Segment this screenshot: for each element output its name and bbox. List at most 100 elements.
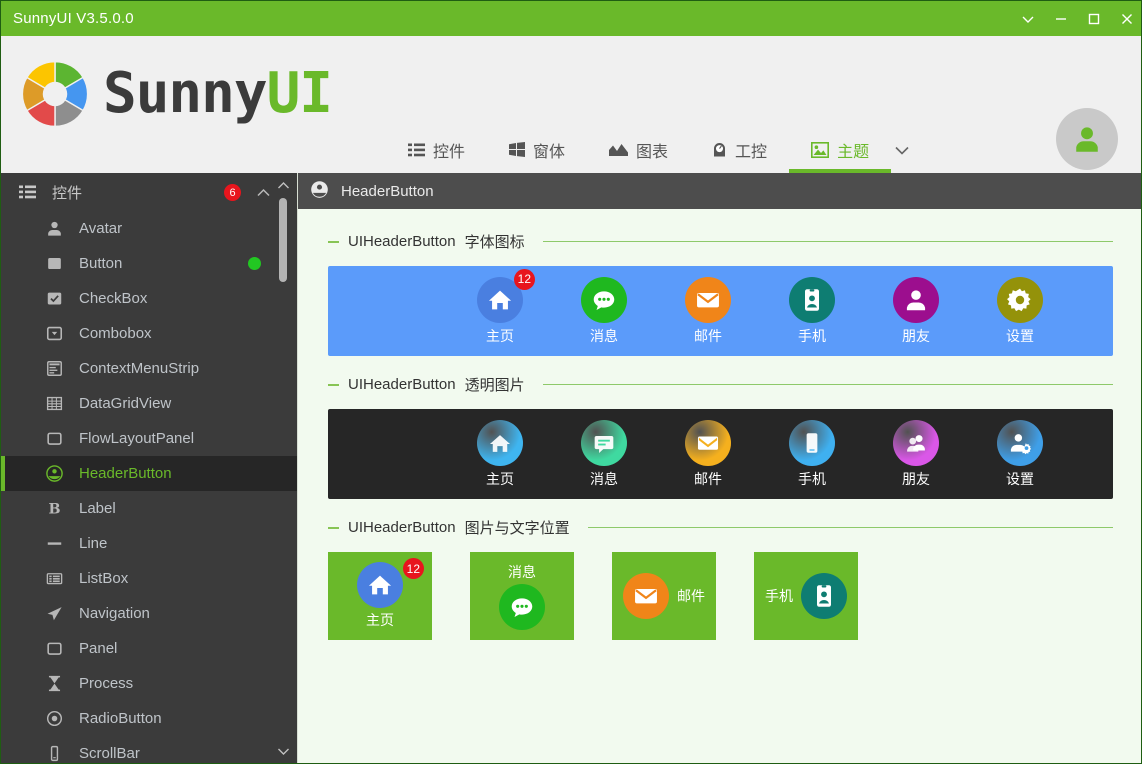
sidebar-item-label: RadioButton [79,710,162,727]
header-button-主页[interactable]: 12 主页 [448,268,552,353]
header-button-设置[interactable]: 设置 [968,412,1072,496]
home-icon: 12 [477,268,535,323]
tab-kongjian[interactable]: 控件 [386,126,487,173]
section-title-suffix: 透明图片 [464,377,525,394]
avatar[interactable] [1056,108,1118,170]
id-card-icon [801,573,847,619]
section-rule [542,384,1113,385]
tab-label: 图表 [636,143,669,161]
header-button-label: 消息 [590,327,618,344]
header-button-消息[interactable]: 消息 [552,269,656,353]
window-collapse-button[interactable] [1011,1,1044,36]
header-button-label: 朋友 [902,327,930,344]
sidebar-scrollbar[interactable] [275,173,291,763]
sidebar-group-badge: 6 [224,184,241,201]
sidebar-item-status-dot [248,257,261,270]
person-icon [37,219,71,238]
section-title: UIHeaderButton 字体图标 [328,231,1113,252]
scroll-down-icon[interactable] [275,743,291,761]
square-outline-icon [37,639,71,658]
envelope-icon [635,589,657,604]
sidebar-item-label: HeaderButton [79,465,172,482]
sidebar-item-checkbox[interactable]: CheckBox [1,281,297,316]
header-button-tile-消息[interactable]: 消息 [470,552,574,640]
sidebar-item-headerbutton[interactable]: HeaderButton [1,456,297,491]
sidebar-item-combobox[interactable]: Combobox [1,316,297,351]
sidebar-item-line[interactable]: Line [1,526,297,561]
listbox-icon [46,573,62,585]
header-button-tile-邮件[interactable]: 邮件 [612,552,716,640]
brand-wordmark: SunnyUI [103,66,333,122]
sidebar-item-navigation[interactable]: Navigation [1,596,297,631]
notification-badge: 12 [402,558,424,579]
user-settings-image-icon [997,419,1043,466]
sidebar-item-avatar[interactable]: Avatar [1,211,297,246]
phone-image-icon [789,419,835,466]
header-button-手机[interactable]: 手机 [760,412,864,496]
sidebar-item-label[interactable]: B Label [1,491,297,526]
sidebar-item-label: Combobox [79,325,152,342]
header-button-tile-label: 手机 [765,588,793,604]
scroll-up-icon[interactable] [275,177,291,195]
header-button-label: 主页 [486,470,514,487]
sidebar-item-scrollbar[interactable]: ScrollBar [1,736,297,763]
user-settings-image-icon [1010,433,1032,454]
header-button-label: 手机 [798,327,826,344]
sidebar-item-flowlayoutpanel[interactable]: FlowLayoutPanel [1,421,297,456]
sidebar-item-label: Process [79,675,134,692]
scrollbar-thumb[interactable] [279,198,287,282]
header-button-label: 设置 [1006,327,1034,344]
header-button-朋友[interactable]: 朋友 [864,412,968,496]
sidebar-group-header[interactable]: 控件 6 [1,173,297,211]
sidebar-item-button[interactable]: Button [1,246,297,281]
maximize-button[interactable] [1077,1,1110,36]
header-button-tile-主页[interactable]: 12 主页 [328,552,432,640]
header-button-tile-手机[interactable]: 手机 [754,552,858,640]
header-button-邮件[interactable]: 邮件 [656,412,760,496]
chevron-up-icon[interactable] [256,185,271,202]
tab-tubiao[interactable]: 图表 [587,126,690,173]
close-button[interactable] [1110,1,1141,36]
sidebar-group-title: 控件 [52,184,83,202]
header-button-朋友[interactable]: 朋友 [864,269,968,353]
square-filled-icon [37,254,71,273]
tab-gongkong[interactable]: 工控 [690,126,789,173]
sidebar-item-panel[interactable]: Panel [1,631,297,666]
hourglass-icon [48,675,60,692]
sidebar-item-label: FlowLayoutPanel [79,430,195,447]
header-button-消息[interactable]: 消息 [552,412,656,496]
sidebar-item-datagridview[interactable]: DataGridView [1,386,297,421]
tab-zhuti[interactable]: 主题 [789,126,892,173]
sidebar-item-listbox[interactable]: ListBox [1,561,297,596]
tab-label: 控件 [433,143,466,161]
header-button-label: 主页 [486,327,514,344]
header-button-label: 朋友 [902,470,930,487]
tabs-overflow-caret[interactable] [891,126,925,173]
id-card-icon [817,585,831,607]
checkbox-icon [47,292,61,305]
chat-icon [499,584,545,630]
sidebar-item-label: Avatar [79,220,123,237]
header-button-邮件[interactable]: 邮件 [656,269,760,353]
title-bar: SunnyUI V3.5.0.0 [1,1,1141,36]
chat-image-icon [594,435,614,453]
section-dash [328,526,339,529]
section-title-prefix: UIHeaderButton [348,233,456,250]
bold-b-icon: B [48,502,60,518]
tab-chuangti[interactable]: 窗体 [487,126,587,173]
gauge-icon [712,142,727,158]
header-button-label: 消息 [590,470,618,487]
minimize-button[interactable] [1044,1,1077,36]
envelope-icon [685,276,731,323]
sidebar-item-process[interactable]: Process [1,666,297,701]
header-button-tile-label: 邮件 [677,588,705,604]
chat-icon [593,290,615,310]
window-controls [1011,1,1141,36]
scrollbar-icon [37,744,71,763]
sidebar-item-radiobutton[interactable]: RadioButton [1,701,297,736]
header-button-主页[interactable]: 主页 [448,412,552,496]
section-title-prefix: UIHeaderButton [348,519,456,536]
sidebar-item-contextmenustrip[interactable]: ContextMenuStrip [1,351,297,386]
header-button-设置[interactable]: 设置 [968,269,1072,353]
header-button-手机[interactable]: 手机 [760,269,864,353]
